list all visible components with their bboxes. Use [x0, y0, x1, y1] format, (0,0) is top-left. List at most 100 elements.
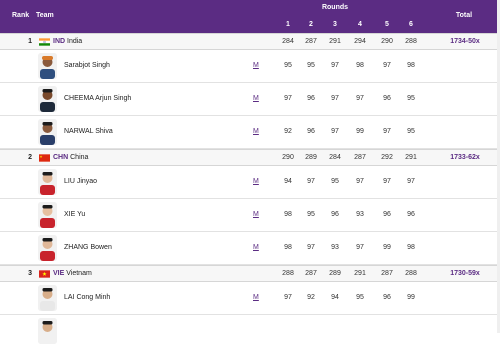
team-row-india[interactable]: 1 IND India 284 287 291 294 290 288 1734…: [0, 33, 500, 50]
athlete-round-1: 95: [284, 62, 292, 69]
team-round-5: 292: [381, 154, 393, 161]
athlete-row[interactable]: XIE Yu M 98 95 96 93 96 96: [0, 199, 500, 232]
athlete-round-5: 96: [383, 294, 391, 301]
athlete-row[interactable]: CHEEMA Arjun Singh M 97 96 97 97 96 95: [0, 83, 500, 116]
athlete-round-4: 98: [356, 62, 364, 69]
athlete-round-3: 97: [331, 62, 339, 69]
team-total: 1733-62x: [450, 154, 480, 161]
athlete-photo: [38, 169, 57, 195]
athlete-round-5: 97: [383, 128, 391, 135]
medal-link[interactable]: M: [253, 62, 259, 69]
team-column-header: Team: [36, 12, 54, 19]
athlete-photo: [38, 285, 57, 311]
athlete-round-1: 94: [284, 178, 292, 185]
vietnam-flag-icon: [39, 270, 50, 278]
athlete-round-2: 96: [307, 95, 315, 102]
team-name: IND India: [53, 38, 82, 45]
team-row-china[interactable]: 2 CHN China 290 289 284 287 292 291 1733…: [0, 149, 500, 166]
athlete-row-partial[interactable]: [0, 315, 500, 348]
athlete-round-5: 99: [383, 244, 391, 251]
athlete-name[interactable]: ZHANG Bowen: [64, 244, 112, 251]
team-round-4: 287: [354, 154, 366, 161]
athlete-round-1: 92: [284, 128, 292, 135]
round-6-header: 6: [409, 21, 413, 28]
team-country: China: [70, 154, 89, 161]
athlete-name[interactable]: LIU Jinyao: [64, 178, 97, 185]
athlete-round-2: 92: [307, 294, 315, 301]
athlete-round-4: 97: [356, 178, 364, 185]
athlete-name[interactable]: NARWAL Shiva: [64, 128, 113, 135]
athlete-round-1: 97: [284, 294, 292, 301]
india-flag-icon: [39, 38, 50, 46]
athlete-round-4: 95: [356, 294, 364, 301]
athlete-name[interactable]: Sarabjot Singh: [64, 62, 110, 69]
medal-link[interactable]: M: [253, 95, 259, 102]
athlete-round-5: 97: [383, 178, 391, 185]
team-country: India: [67, 38, 83, 45]
team-row-vietnam[interactable]: 3 VIE Vietnam 288 287 289 291 287 288 17…: [0, 265, 500, 282]
athlete-round-1: 97: [284, 95, 292, 102]
team-round-3: 284: [329, 154, 341, 161]
team-round-2: 289: [305, 154, 317, 161]
athlete-photo: [38, 318, 57, 344]
medal-link[interactable]: M: [253, 128, 259, 135]
team-round-1: 284: [282, 38, 294, 45]
team-round-1: 288: [282, 270, 294, 277]
round-2-header: 2: [309, 21, 313, 28]
rank-column-header: Rank: [12, 12, 30, 19]
team-round-1: 290: [282, 154, 294, 161]
athlete-round-3: 97: [331, 95, 339, 102]
team-round-4: 291: [354, 270, 366, 277]
team-round-3: 291: [329, 38, 341, 45]
athlete-row[interactable]: LAI Cong Minh M 97 92 94 95 96 99: [0, 282, 500, 315]
athlete-round-6: 97: [407, 178, 415, 185]
team-country: Vietnam: [66, 270, 92, 277]
athlete-round-3: 97: [331, 128, 339, 135]
team-total: 1730-59x: [450, 270, 480, 277]
medal-link[interactable]: M: [253, 294, 259, 301]
team-round-3: 289: [329, 270, 341, 277]
medal-link[interactable]: M: [253, 211, 259, 218]
athlete-row[interactable]: Sarabjot Singh M 95 95 97 98 97 98: [0, 50, 500, 83]
athlete-photo: [38, 53, 57, 79]
round-4-header: 4: [358, 21, 362, 28]
athlete-round-4: 99: [356, 128, 364, 135]
athlete-row[interactable]: LIU Jinyao M 94 97 95 97 97 97: [0, 166, 500, 199]
team-rank: 1: [28, 38, 32, 45]
athlete-round-6: 95: [407, 95, 415, 102]
team-rank: 2: [28, 154, 32, 161]
team-round-2: 287: [305, 38, 317, 45]
china-flag-icon: [39, 154, 50, 162]
athlete-round-4: 97: [356, 244, 364, 251]
athlete-round-3: 95: [331, 178, 339, 185]
medal-link[interactable]: M: [253, 178, 259, 185]
athlete-name[interactable]: XIE Yu: [64, 211, 85, 218]
medal-link[interactable]: M: [253, 244, 259, 251]
round-3-header: 3: [333, 21, 337, 28]
athlete-round-4: 93: [356, 211, 364, 218]
athlete-row[interactable]: NARWAL Shiva M 92 96 97 99 97 95: [0, 116, 500, 149]
athlete-photo: [38, 119, 57, 145]
team-round-2: 287: [305, 270, 317, 277]
athlete-round-3: 96: [331, 211, 339, 218]
athlete-round-2: 97: [307, 178, 315, 185]
team-round-4: 294: [354, 38, 366, 45]
team-round-6: 288: [405, 270, 417, 277]
athlete-round-6: 98: [407, 62, 415, 69]
athlete-photo: [38, 235, 57, 261]
athlete-round-2: 95: [307, 62, 315, 69]
athlete-round-6: 95: [407, 128, 415, 135]
athlete-round-4: 97: [356, 95, 364, 102]
team-code: IND: [53, 38, 66, 45]
team-round-5: 287: [381, 270, 393, 277]
athlete-round-5: 96: [383, 95, 391, 102]
athlete-round-5: 96: [383, 211, 391, 218]
athlete-name[interactable]: LAI Cong Minh: [64, 294, 110, 301]
total-column-header: Total: [455, 12, 473, 19]
team-name: VIE Vietnam: [53, 270, 92, 277]
athlete-row[interactable]: ZHANG Bowen M 98 97 93 97 99 98: [0, 232, 500, 265]
athlete-round-2: 96: [307, 128, 315, 135]
team-round-5: 290: [381, 38, 393, 45]
team-total: 1734-50x: [450, 38, 480, 45]
athlete-name[interactable]: CHEEMA Arjun Singh: [64, 95, 131, 102]
